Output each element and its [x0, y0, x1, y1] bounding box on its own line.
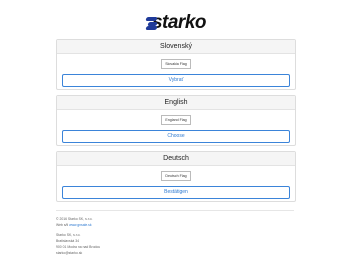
- language-title-slovak: Slovenský: [57, 40, 295, 54]
- select-english-button[interactable]: Choose: [62, 130, 290, 143]
- footer-email[interactable]: starko@starko.sk: [56, 250, 100, 256]
- footer: © 2016 Starko SK, s.r.o. Web s/tl www.gn…: [56, 216, 100, 256]
- language-card-german: Deutsch Deutsch Flag Bestätigen: [56, 151, 296, 202]
- logo-mark-icon: [145, 16, 158, 30]
- logo-wordmark: starko: [151, 12, 207, 33]
- footer-web-prefix: Web s/tl: [56, 223, 69, 227]
- starko-logo[interactable]: starko: [145, 12, 207, 33]
- england-flag-image: England Flag: [161, 115, 191, 125]
- footer-divider: [56, 210, 294, 211]
- language-card-slovak: Slovenský Slovakia Flag Vybrať: [56, 39, 296, 90]
- language-title-german: Deutsch: [57, 152, 295, 166]
- language-card-english: English England Flag Choose: [56, 95, 296, 146]
- select-slovak-button[interactable]: Vybrať: [62, 74, 290, 87]
- language-title-english: English: [57, 96, 295, 110]
- select-german-button[interactable]: Bestätigen: [62, 186, 290, 199]
- footer-web-link[interactable]: www.gnsale.sk: [69, 223, 91, 227]
- deutsch-flag-image: Deutsch Flag: [161, 171, 191, 181]
- slovakia-flag-image: Slovakia Flag: [161, 59, 191, 69]
